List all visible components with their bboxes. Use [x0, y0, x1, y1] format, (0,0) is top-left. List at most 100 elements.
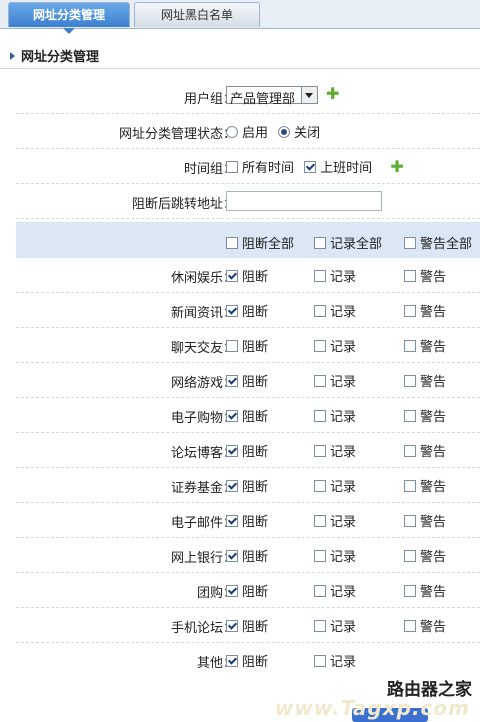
record-checkbox[interactable]	[314, 305, 326, 317]
block-all-checkbox[interactable]	[226, 237, 238, 249]
warn-checkbox[interactable]	[404, 340, 416, 352]
warn-label: 警告	[420, 410, 447, 425]
work-time-label: 上班时间	[320, 161, 373, 176]
warn-label: 警告	[420, 340, 447, 355]
status-row: 网址分类管理状态： 启用 关闭	[16, 114, 480, 149]
warn-label: 警告	[420, 550, 447, 565]
block-all-label: 阻断全部	[242, 237, 295, 252]
tab-url-blackwhite-list[interactable]: 网址黑白名单	[134, 2, 260, 27]
block-checkbox[interactable]	[226, 445, 238, 457]
warn-checkbox[interactable]	[404, 480, 416, 492]
record-label: 记录	[330, 655, 357, 670]
redirect-row: 阻断后跳转地址：	[16, 184, 480, 219]
divider	[0, 68, 480, 69]
record-checkbox[interactable]	[314, 410, 326, 422]
block-label: 阻断	[242, 550, 269, 565]
category-row-news: 新闻资讯： 阻断 记录 警告	[16, 293, 480, 328]
tab-url-category[interactable]: 网址分类管理	[8, 2, 130, 34]
status-enable-radio[interactable]	[226, 126, 238, 138]
category-row-email: 电子邮件： 阻断 记录 警告	[16, 503, 480, 538]
record-checkbox[interactable]	[314, 375, 326, 387]
record-label: 记录	[330, 270, 357, 285]
block-label: 阻断	[242, 620, 269, 635]
warn-label: 警告	[420, 270, 447, 285]
warn-all-label: 警告全部	[420, 237, 473, 252]
warn-label: 警告	[420, 585, 447, 600]
status-disable-radio[interactable]	[278, 126, 291, 138]
record-label: 记录	[330, 515, 357, 530]
record-checkbox[interactable]	[314, 655, 326, 667]
category-row-shopping: 电子购物： 阻断 记录 警告	[16, 398, 480, 433]
record-label: 记录	[330, 410, 357, 425]
all-time-checkbox[interactable]	[226, 161, 238, 173]
category-row-forum-blog: 论坛博客： 阻断 记录 警告	[16, 433, 480, 468]
block-checkbox[interactable]	[226, 655, 238, 667]
block-label: 阻断	[242, 340, 269, 355]
warn-checkbox[interactable]	[404, 515, 416, 527]
record-label: 记录	[330, 550, 357, 565]
warn-all-checkbox[interactable]	[404, 237, 416, 249]
block-checkbox[interactable]	[226, 305, 238, 317]
section-title-text: 网址分类管理	[21, 50, 100, 65]
warn-checkbox[interactable]	[404, 550, 416, 562]
block-checkbox[interactable]	[226, 375, 238, 387]
chevron-down-icon[interactable]	[301, 87, 317, 103]
section-title: 网址分类管理	[10, 46, 99, 65]
warn-checkbox[interactable]	[404, 585, 416, 597]
status-disable-label: 关闭	[294, 126, 321, 141]
warn-checkbox[interactable]	[404, 445, 416, 457]
warn-label: 警告	[420, 445, 447, 460]
record-checkbox[interactable]	[314, 620, 326, 632]
record-label: 记录	[330, 375, 357, 390]
tab-bar: 网址分类管理 网址黑白名单	[0, 0, 480, 34]
block-checkbox[interactable]	[226, 340, 238, 352]
warn-checkbox[interactable]	[404, 375, 416, 387]
add-icon[interactable]: ✚	[326, 85, 339, 101]
warn-checkbox[interactable]	[404, 620, 416, 632]
block-label: 阻断	[242, 480, 269, 495]
warn-checkbox[interactable]	[404, 410, 416, 422]
block-label: 阻断	[242, 375, 269, 390]
record-checkbox[interactable]	[314, 585, 326, 597]
block-label: 阻断	[242, 305, 269, 320]
record-label: 记录	[330, 620, 357, 635]
record-label: 记录	[330, 340, 357, 355]
block-checkbox[interactable]	[226, 620, 238, 632]
record-checkbox[interactable]	[314, 270, 326, 282]
category-row-online-banking: 网上银行： 阻断 记录 警告	[16, 538, 480, 573]
block-checkbox[interactable]	[226, 410, 238, 422]
block-label: 阻断	[242, 515, 269, 530]
block-checkbox[interactable]	[226, 550, 238, 562]
record-label: 记录	[330, 305, 357, 320]
block-label: 阻断	[242, 445, 269, 460]
category-header-row: 阻断全部 记录全部 警告全部	[16, 222, 480, 258]
record-label: 记录	[330, 585, 357, 600]
block-checkbox[interactable]	[226, 270, 238, 282]
warn-checkbox[interactable]	[404, 270, 416, 282]
block-checkbox[interactable]	[226, 515, 238, 527]
caret-right-icon	[10, 52, 15, 60]
work-time-checkbox[interactable]	[304, 161, 317, 173]
category-row-games: 网络游戏： 阻断 记录 警告	[16, 363, 480, 398]
warn-label: 警告	[420, 620, 447, 635]
warn-label: 警告	[420, 305, 447, 320]
block-label: 阻断	[242, 270, 269, 285]
user-group-select[interactable]: 产品管理部	[226, 86, 318, 107]
redirect-url-input[interactable]	[226, 191, 382, 211]
record-checkbox[interactable]	[314, 445, 326, 457]
record-checkbox[interactable]	[314, 550, 326, 562]
record-checkbox[interactable]	[314, 480, 326, 492]
time-group-row: 时间组： 所有时间 上班时间 ✚	[16, 149, 480, 184]
block-checkbox[interactable]	[226, 585, 238, 597]
add-icon[interactable]: ✚	[390, 159, 403, 175]
record-all-checkbox[interactable]	[314, 237, 326, 249]
warn-checkbox[interactable]	[404, 305, 416, 317]
warn-label: 警告	[420, 375, 447, 390]
record-checkbox[interactable]	[314, 340, 326, 352]
block-label: 阻断	[242, 585, 269, 600]
category-row-other: 其他： 阻断 记录	[16, 643, 480, 678]
watermark-url: www.Tagxp.com	[274, 696, 470, 720]
all-time-label: 所有时间	[242, 161, 295, 176]
record-checkbox[interactable]	[314, 515, 326, 527]
block-checkbox[interactable]	[226, 480, 238, 492]
